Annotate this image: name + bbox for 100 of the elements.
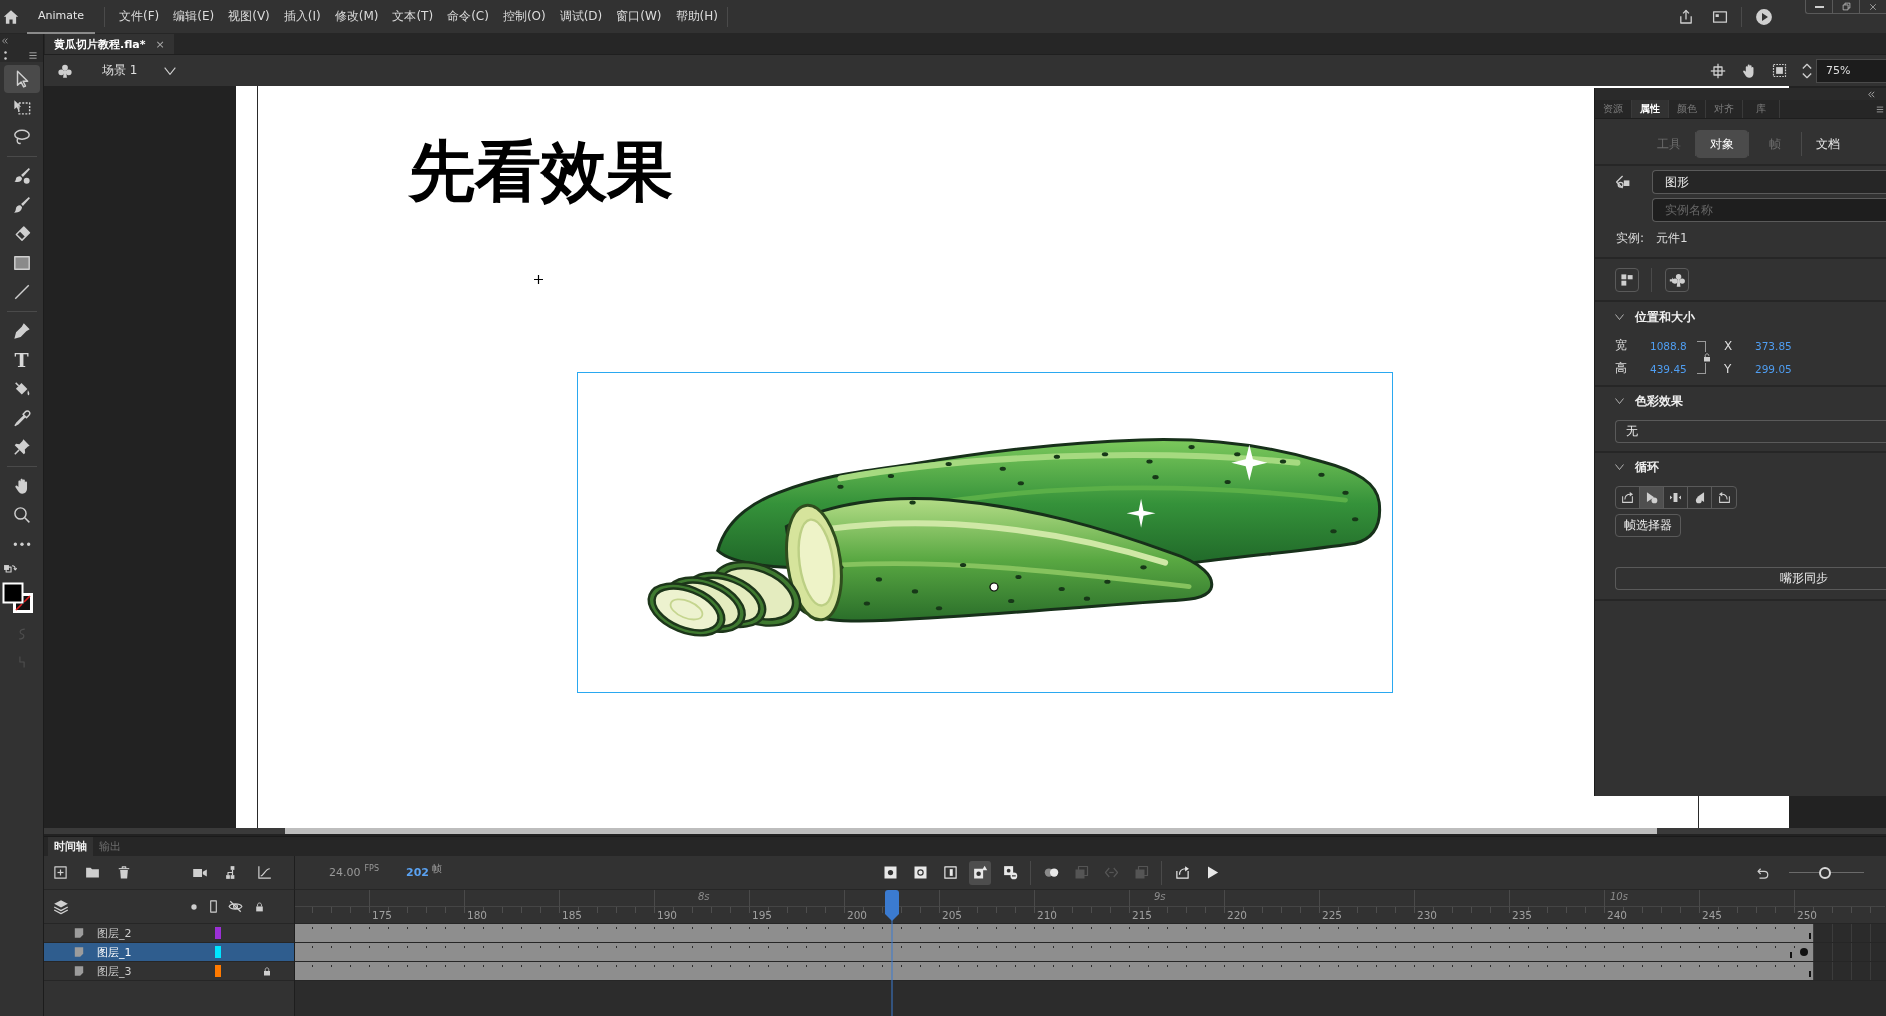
loop-mode-button[interactable] <box>1640 487 1664 508</box>
layer-icon <box>73 965 85 977</box>
lip-sync-button[interactable]: 嘴形同步 <box>1615 567 1886 590</box>
layer-icon <box>73 946 85 958</box>
crosshair-icon <box>534 275 543 284</box>
x-value[interactable]: 373.85 <box>1755 339 1792 352</box>
scrollbar-thumb[interactable] <box>285 828 1657 834</box>
frame-number: 200 <box>847 909 868 921</box>
layout-icon[interactable] <box>1712 8 1728 25</box>
overlapping-circles-icon <box>1043 865 1059 880</box>
add-layer-icon[interactable] <box>53 865 68 880</box>
layer-row[interactable]: 图层_3 <box>44 962 294 981</box>
color-swatch-icon[interactable] <box>215 965 221 977</box>
dashed-square-icon[interactable] <box>1772 63 1787 78</box>
toolbar-button[interactable] <box>969 860 991 885</box>
panel-tab[interactable]: 时间轴 <box>48 837 93 856</box>
text-tool-icon: T <box>14 351 29 369</box>
height-value[interactable]: 439.45 <box>1650 362 1687 375</box>
panel-tab[interactable]: 库 <box>1743 100 1780 118</box>
loop-icon <box>1621 491 1634 504</box>
lock-icon[interactable] <box>254 900 265 913</box>
club-icon[interactable] <box>57 62 73 79</box>
brush-icon <box>12 196 31 214</box>
tool-button[interactable] <box>3 65 40 93</box>
layer-icon <box>73 927 85 939</box>
collapse-icon[interactable] <box>1867 89 1876 99</box>
frame-number: 180 <box>467 909 488 921</box>
menu-icon[interactable] <box>28 51 38 60</box>
document-tab[interactable]: 黄瓜切片教程.fla* × <box>45 34 174 54</box>
menu-item[interactable]: 帮助(H) <box>675 8 718 25</box>
color-swatch-icon[interactable] <box>215 946 221 958</box>
more-icon <box>12 541 31 547</box>
horizontal-scrollbar[interactable] <box>44 828 1886 834</box>
zoom-icon <box>12 506 31 524</box>
selection-frame[interactable] <box>577 372 1393 693</box>
width-value[interactable]: 1088.8 <box>1650 339 1687 352</box>
menu-item[interactable]: 命令(C) <box>447 8 489 25</box>
menu-item[interactable]: 控制(O) <box>502 8 546 25</box>
eyedropper-icon <box>12 409 31 427</box>
club-arrow-icon <box>1669 272 1685 288</box>
sub-tab[interactable]: 文档 <box>1802 130 1854 158</box>
panel-tab[interactable]: 属性 <box>1632 100 1669 118</box>
scene-dropdown[interactable]: 场景 1 <box>102 62 177 79</box>
y-value[interactable]: 299.05 <box>1755 362 1792 375</box>
menu-item[interactable]: 编辑(E) <box>173 8 215 25</box>
transform-point-icon[interactable] <box>989 582 999 592</box>
reverse-loop-icon <box>1717 491 1731 504</box>
menu-item[interactable]: 视图(V) <box>228 8 270 25</box>
grip-icon[interactable] <box>4 51 7 60</box>
play-icon[interactable] <box>1755 7 1773 26</box>
eye-off-icon[interactable] <box>228 899 243 914</box>
sub-tab[interactable]: 对象 <box>1696 130 1748 158</box>
rectangle-icon <box>12 254 31 272</box>
section-header[interactable]: 循环 <box>1595 453 1886 481</box>
menu-item[interactable]: 文本(T) <box>392 8 434 25</box>
stepper-icon[interactable] <box>1802 62 1812 79</box>
graph-icon[interactable] <box>257 865 272 880</box>
frame-number: 250 <box>1797 909 1818 921</box>
layers-icon[interactable] <box>53 898 69 915</box>
section-header[interactable]: 位置和大小 <box>1595 302 1886 332</box>
folder-icon[interactable] <box>85 865 100 880</box>
panel-tab[interactable]: 颜色 <box>1669 100 1706 118</box>
share-icon[interactable] <box>1678 8 1694 25</box>
menu-item[interactable]: 插入(I) <box>283 8 321 25</box>
outline-icon[interactable] <box>210 900 217 913</box>
home-icon[interactable] <box>3 8 19 25</box>
frame-number: 195 <box>752 909 773 921</box>
swap-button[interactable] <box>1615 268 1639 292</box>
crosshair-icon[interactable] <box>1710 62 1726 79</box>
color-swatches-icon[interactable] <box>2 582 34 614</box>
layer-row[interactable]: 图层_1 <box>44 943 294 962</box>
section-header[interactable]: 色彩效果 <box>1595 387 1886 415</box>
panel-tab[interactable]: 对齐 <box>1706 100 1743 118</box>
color-swatch-icon[interactable] <box>215 927 221 939</box>
playhead[interactable] <box>884 890 899 1016</box>
frame-number: 220 <box>1227 909 1248 921</box>
symbol-button[interactable] <box>1665 268 1689 292</box>
tool-button[interactable]: T <box>3 346 40 374</box>
symbol-type-dropdown[interactable]: 图形 <box>1652 170 1886 194</box>
zoom-field[interactable]: 75% <box>1816 58 1886 83</box>
fps-value[interactable]: 24.00 <box>329 866 361 879</box>
keyframe-icon[interactable] <box>1800 948 1808 956</box>
lock-icon[interactable] <box>1702 351 1712 363</box>
current-frame[interactable]: 202 <box>406 866 429 879</box>
instance-name-field[interactable]: 实例名称 <box>1652 198 1886 222</box>
second-label: 9s <box>1154 891 1166 902</box>
slider-thumb[interactable] <box>1819 866 1832 879</box>
delete-icon[interactable] <box>117 865 131 880</box>
menu-item[interactable]: 文件(F) <box>119 8 160 25</box>
collapse-icon[interactable] <box>1 37 9 45</box>
transform-icon <box>12 99 31 117</box>
color-effect-dropdown[interactable]: 无 <box>1615 420 1886 443</box>
instance-label: 实例: <box>1616 229 1645 247</box>
frame-picker-button[interactable]: 帧选择器 <box>1615 514 1681 537</box>
close-button[interactable]: × <box>155 37 165 51</box>
menu-item[interactable]: 调试(D) <box>559 8 603 25</box>
menu-icon[interactable] <box>1876 104 1884 114</box>
menu-item[interactable]: 窗口(W) <box>616 8 662 25</box>
menu-item[interactable]: 修改(M) <box>334 8 379 25</box>
lock-icon[interactable] <box>262 965 272 977</box>
